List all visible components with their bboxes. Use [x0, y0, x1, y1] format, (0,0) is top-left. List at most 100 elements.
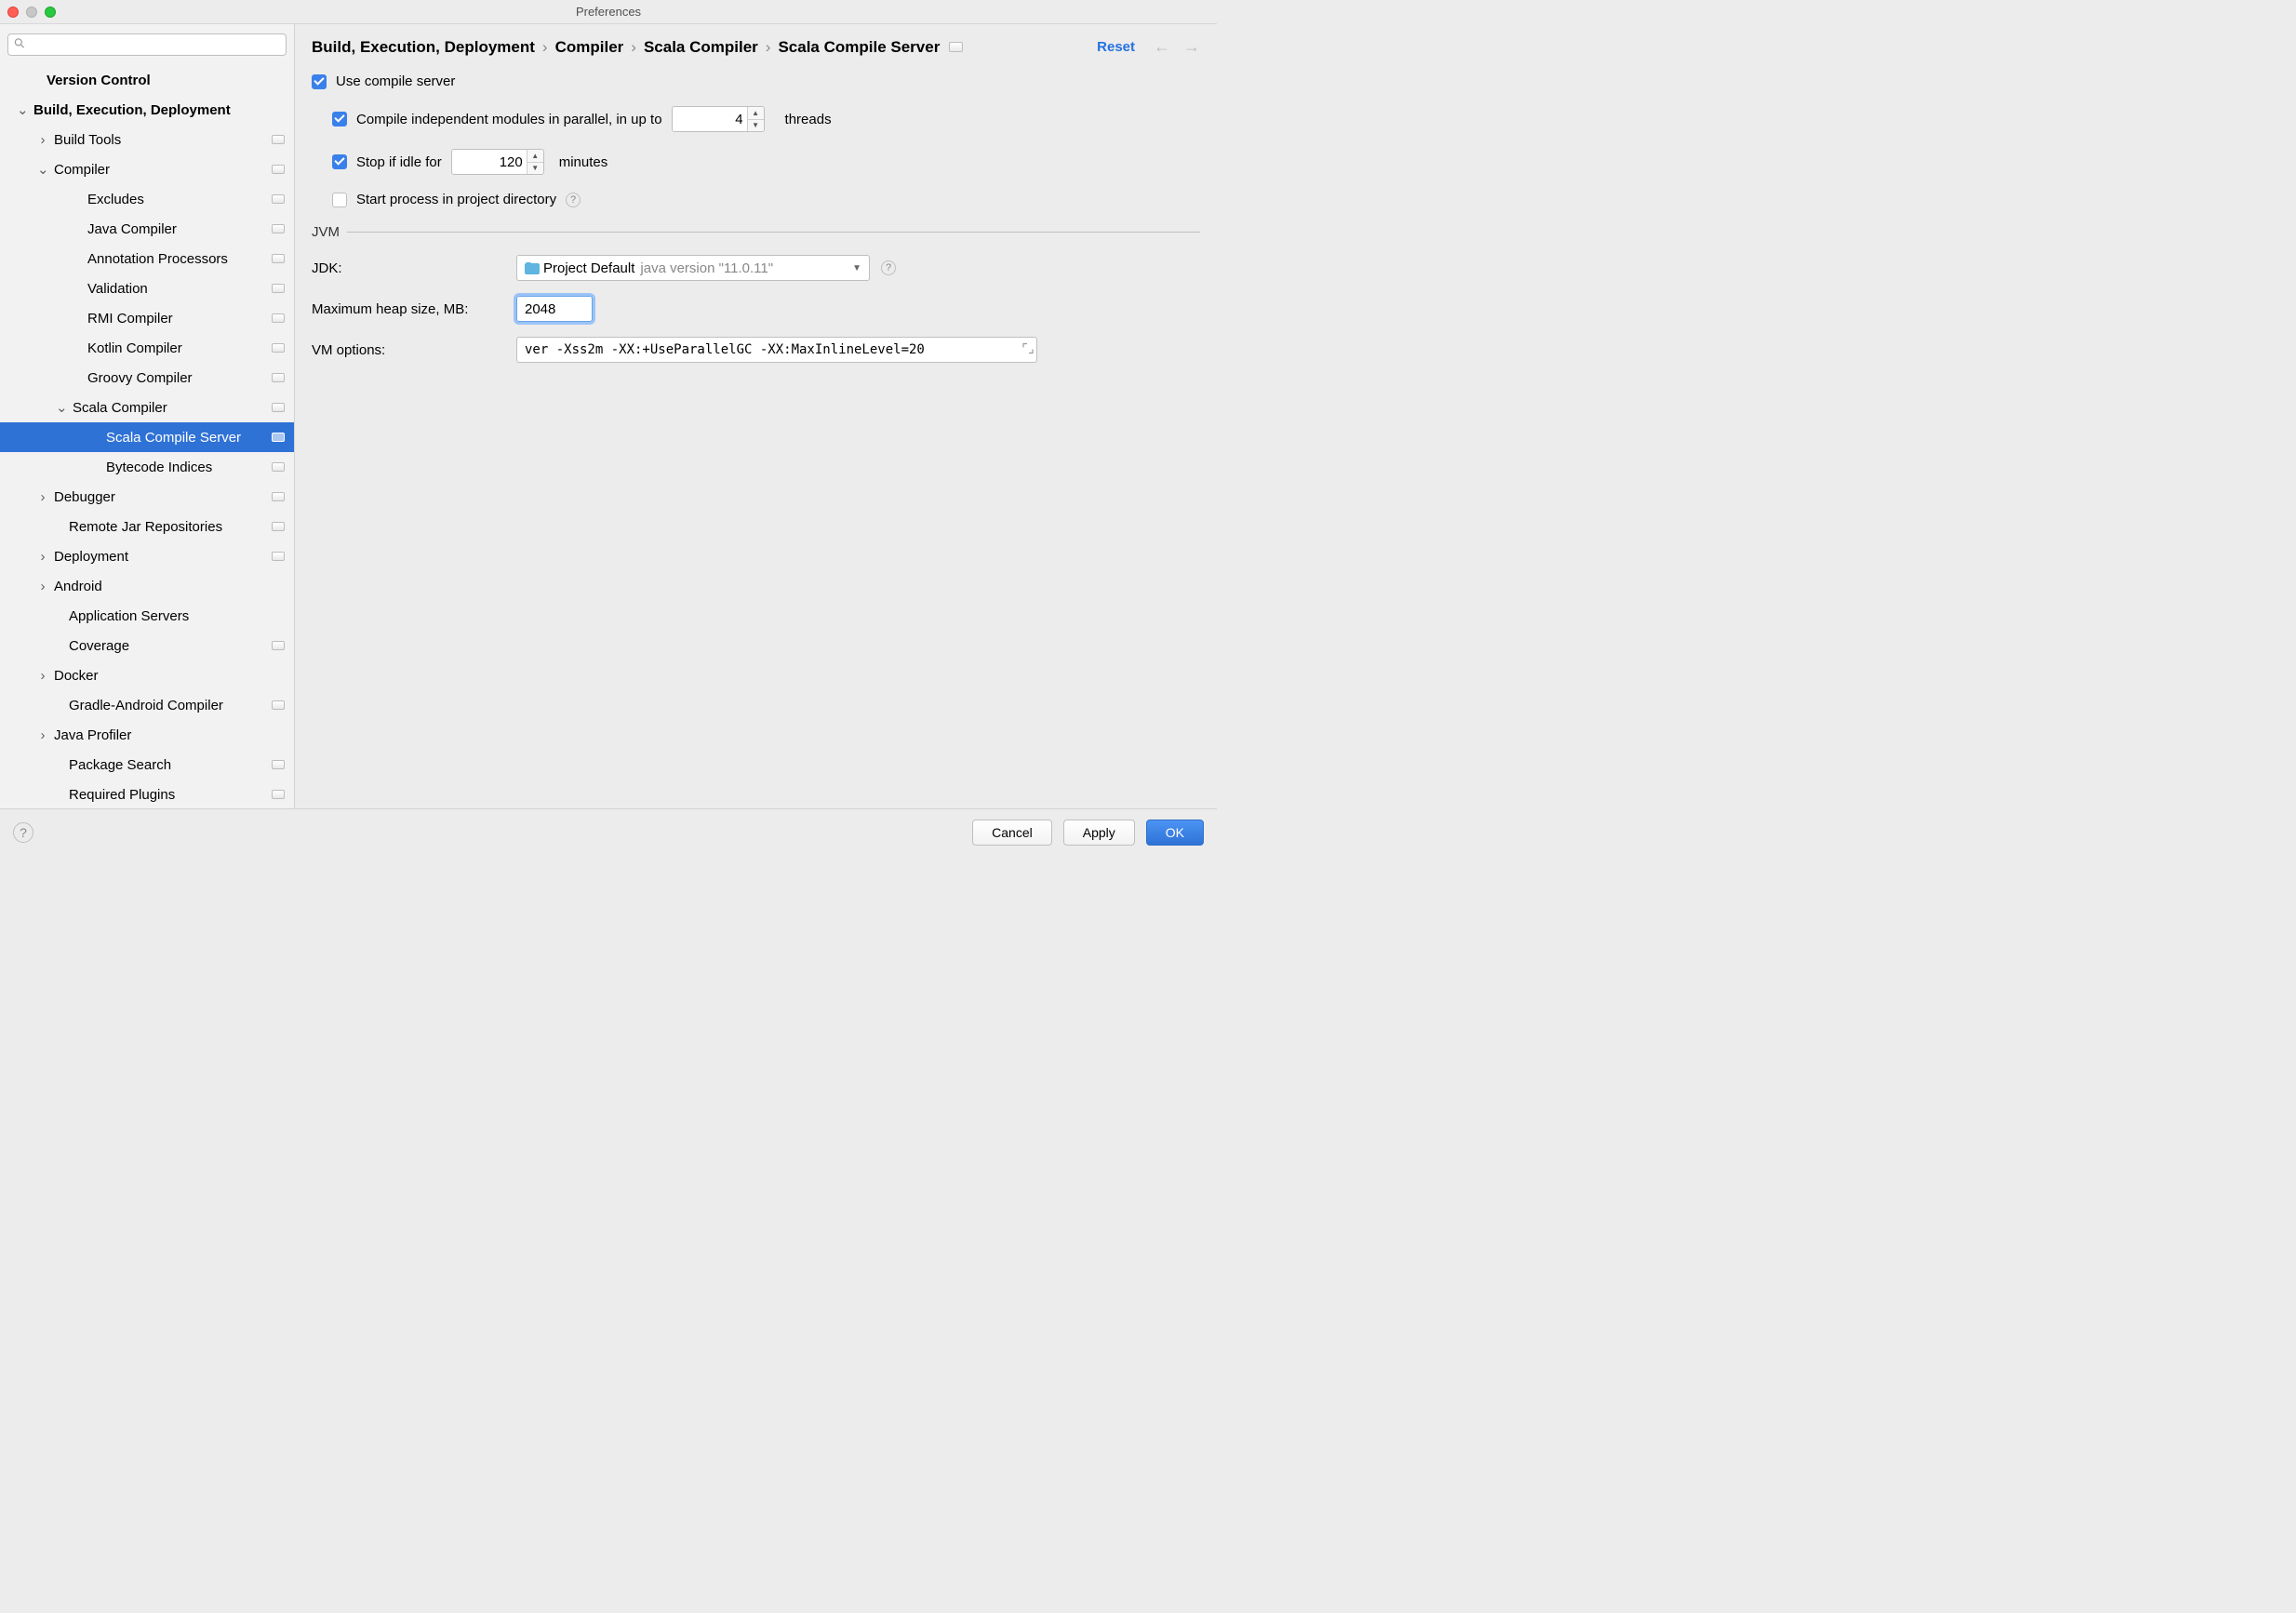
project-badge-icon [272, 313, 285, 323]
idle-label-suffix: minutes [559, 154, 608, 170]
sidebar-item-docker[interactable]: ›Docker [0, 660, 294, 690]
project-badge-icon [272, 135, 285, 144]
parallel-label-prefix: Compile independent modules in parallel,… [356, 112, 662, 127]
content: Use compile server Compile independent m… [295, 64, 1217, 808]
sidebar-item-gradle-android-compiler[interactable]: Gradle-Android Compiler [0, 690, 294, 720]
sidebar-item-build-tools[interactable]: ›Build Tools [0, 125, 294, 154]
sidebar-item-scala-compiler[interactable]: ⌄Scala Compiler [0, 393, 294, 422]
project-badge-icon [272, 403, 285, 412]
nav-arrows: ← → [1154, 37, 1200, 57]
breadcrumb-separator-icon: › [631, 38, 636, 57]
sidebar-item-label: Debugger [54, 489, 272, 505]
search-input[interactable] [7, 33, 287, 56]
start-in-project-checkbox[interactable] [332, 193, 347, 207]
expand-icon[interactable] [1022, 342, 1034, 358]
project-badge-icon [272, 522, 285, 531]
search-icon [13, 37, 26, 53]
sidebar-item-label: Kotlin Compiler [87, 340, 272, 356]
sidebar-item-label: Bytecode Indices [106, 460, 272, 475]
sidebar-item-kotlin-compiler[interactable]: Kotlin Compiler [0, 333, 294, 363]
sidebar-item-android[interactable]: › Android [0, 571, 294, 601]
cancel-button[interactable]: Cancel [972, 820, 1052, 846]
project-badge-icon [272, 284, 285, 293]
sidebar-item-groovy-compiler[interactable]: Groovy Compiler [0, 363, 294, 393]
sidebar-item-coverage[interactable]: Coverage [0, 631, 294, 660]
project-badge-icon [272, 790, 285, 799]
use-compile-server-checkbox[interactable] [312, 74, 327, 89]
parallel-checkbox[interactable] [332, 112, 347, 127]
sidebar-item-annotation-processors[interactable]: Annotation Processors [0, 244, 294, 273]
sidebar-item-debugger[interactable]: ›Debugger [0, 482, 294, 512]
breadcrumb-segment: Compiler [555, 38, 624, 57]
sidebar-item-label: Groovy Compiler [87, 370, 272, 386]
sidebar-item-version-control[interactable]: Version Control [0, 65, 294, 95]
vm-options-input[interactable] [516, 337, 1037, 363]
idle-checkbox[interactable] [332, 154, 347, 169]
sidebar-item-java-profiler[interactable]: ›Java Profiler [0, 720, 294, 750]
use-compile-server-label[interactable]: Use compile server [336, 73, 455, 89]
sidebar-item-label: Remote Jar Repositories [69, 519, 272, 535]
ok-button[interactable]: OK [1146, 820, 1204, 846]
settings-tree[interactable]: Version Control ⌄ Build, Execution, Deploy… [0, 61, 294, 808]
jdk-select[interactable]: Project Default java version "11.0.11" ▼ [516, 255, 870, 281]
window-maximize-icon[interactable] [45, 7, 56, 18]
sidebar-item-deployment[interactable]: ›Deployment [0, 541, 294, 571]
sidebar-item-label: Android [54, 579, 294, 594]
project-badge-icon [272, 552, 285, 561]
idle-spin-up-icon[interactable]: ▲ [527, 150, 543, 163]
sidebar-item-label: Deployment [54, 549, 272, 565]
breadcrumb-segment: Scala Compile Server [778, 38, 940, 57]
sidebar-item-validation[interactable]: Validation [0, 273, 294, 303]
sidebar-item-label: Package Search [69, 757, 272, 773]
reset-link[interactable]: Reset [1097, 39, 1135, 55]
chevron-icon: › [37, 727, 48, 743]
sidebar-item-label: RMI Compiler [87, 311, 272, 327]
help-icon[interactable]: ? [881, 260, 896, 275]
project-badge-icon [272, 462, 285, 472]
help-icon[interactable]: ? [566, 193, 581, 207]
chevron-icon: › [37, 579, 48, 594]
sidebar-item-compiler[interactable]: ⌄Compiler [0, 154, 294, 184]
preferences-window: Preferences Version Control⌄Build, Execu… [0, 0, 1217, 855]
sidebar-item-label: Java Compiler [87, 221, 272, 237]
window-minimize-icon [26, 7, 37, 18]
help-icon[interactable]: ? [13, 822, 33, 843]
sidebar-item-remote-jar-repositories[interactable]: Remote Jar Repositories [0, 512, 294, 541]
sidebar-item-label: Coverage [69, 638, 272, 654]
start-in-project-label: Start process in project directory [356, 192, 556, 207]
main-header: Build, Execution, Deployment›Compiler›Sc… [295, 24, 1217, 64]
sidebar-item-label: Validation [87, 281, 272, 297]
main-panel: Build, Execution, Deployment›Compiler›Sc… [295, 24, 1217, 808]
parallel-spin-up-icon[interactable]: ▲ [748, 107, 764, 120]
sidebar-item-bytecode-indices[interactable]: Bytecode Indices [0, 452, 294, 482]
parallel-spin-down-icon[interactable]: ▼ [748, 120, 764, 132]
sidebar: Version Control ⌄ Build, Execution, Deploy… [0, 24, 295, 808]
idle-spin-down-icon[interactable]: ▼ [527, 163, 543, 175]
sidebar-item-rmi-compiler[interactable]: RMI Compiler [0, 303, 294, 333]
sidebar-item-scala-compile-server[interactable]: Scala Compile Server [0, 422, 294, 452]
project-badge-icon [272, 224, 285, 233]
jvm-fieldset: JVM JDK: Project Default java version "1… [312, 224, 1200, 378]
chevron-icon: › [37, 132, 48, 148]
sidebar-item-excludes[interactable]: Excludes [0, 184, 294, 214]
sidebar-item-label: Application Servers [69, 608, 294, 624]
sidebar-item-build-execution-deployment[interactable]: ⌄ Build, Execution, Deployment [0, 95, 294, 125]
body: Version Control ⌄ Build, Execution, Deploy… [0, 24, 1217, 808]
sidebar-item-java-compiler[interactable]: Java Compiler [0, 214, 294, 244]
sidebar-item-label: Build, Execution, Deployment [33, 102, 294, 118]
jdk-value: Project Default [543, 260, 634, 276]
sidebar-item-package-search[interactable]: Package Search [0, 750, 294, 780]
sidebar-item-label: Required Plugins [69, 787, 272, 803]
sidebar-item-label: Version Control [47, 73, 294, 88]
project-badge-icon [272, 700, 285, 710]
window-close-icon[interactable] [7, 7, 19, 18]
chevron-icon: ⌄ [17, 101, 28, 118]
breadcrumb-segment: Scala Compiler [644, 38, 758, 57]
apply-button[interactable]: Apply [1063, 820, 1135, 846]
sidebar-item-application-servers[interactable]: Application Servers [0, 601, 294, 631]
sidebar-item-required-plugins[interactable]: Required Plugins [0, 780, 294, 808]
breadcrumb: Build, Execution, Deployment›Compiler›Sc… [312, 38, 940, 57]
project-badge-icon [272, 433, 285, 442]
heap-size-input[interactable] [516, 296, 593, 322]
sidebar-item-label: Gradle-Android Compiler [69, 698, 272, 713]
